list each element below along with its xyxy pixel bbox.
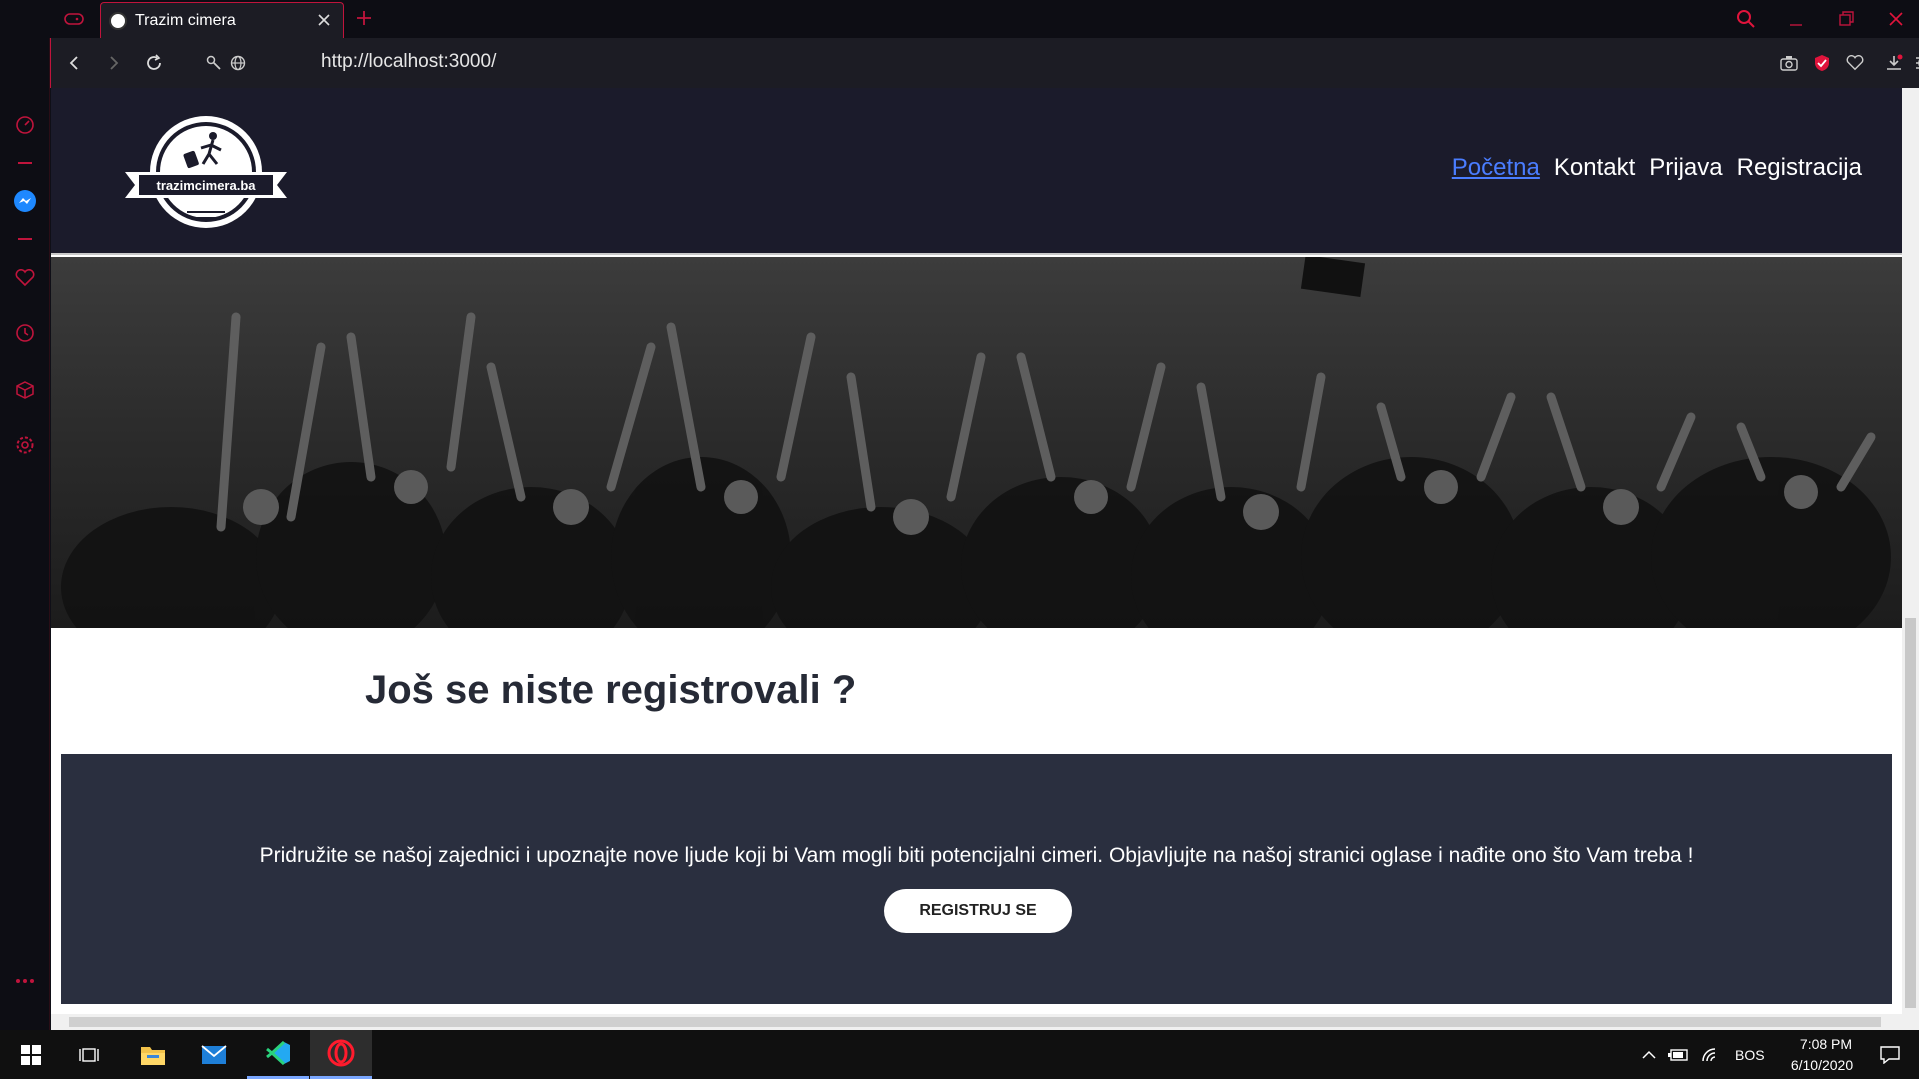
tab-bar: Trazim cimera [0,0,1919,38]
forward-icon[interactable] [101,50,127,76]
register-description: Pridružite se našoj zajednici i upoznajt… [259,844,1694,867]
browser-sidebar [0,0,50,1030]
back-icon[interactable] [61,50,87,76]
register-button[interactable]: REGISTRUJ SE [884,889,1072,933]
sidebar-divider [18,238,32,240]
opera-icon[interactable] [310,1030,372,1079]
nav-link-login[interactable]: Prijava [1649,154,1722,182]
bookmark-heart-icon[interactable] [1842,50,1868,76]
language-indicator[interactable]: BOS [1735,1047,1765,1063]
page-viewport: trazimcimera.ba Početna Kontakt Prijava … [51,88,1902,1014]
url-field[interactable]: http://localhost:3000/ [321,51,496,73]
sidebar-divider [18,162,32,164]
file-explorer-icon[interactable] [122,1030,184,1079]
close-tab-icon[interactable] [313,9,335,31]
tab-title: Trazim cimera [135,11,236,29]
new-tab-icon[interactable] [352,6,376,30]
register-panel: Pridružite se našoj zajednici i upoznajt… [61,754,1892,1004]
windows-start-icon[interactable] [0,1030,62,1079]
reload-icon[interactable] [141,50,167,76]
notification-center-icon[interactable] [1866,1030,1914,1079]
easy-setup-icon[interactable] [1911,50,1919,76]
nav-link-contact[interactable]: Kontakt [1554,154,1635,182]
site-logo[interactable]: trazimcimera.ba [125,114,287,236]
mail-icon[interactable] [183,1030,245,1079]
messenger-icon[interactable] [12,188,38,214]
vertical-scrollbar[interactable] [1902,88,1919,1030]
vscode-icon[interactable] [247,1030,309,1079]
nav-link-register[interactable]: Registracija [1737,154,1862,182]
speed-dial-icon[interactable] [12,112,38,138]
history-icon[interactable] [12,320,38,346]
register-heading: Još se niste registrovali ? [365,668,857,712]
site-favicon-icon [109,11,127,30]
tray-chevron-up-icon[interactable] [1634,1030,1664,1079]
address-bar: http://localhost:3000/ [50,38,1919,88]
site-header: trazimcimera.ba Početna Kontakt Prijava … [51,88,1902,255]
task-view-icon[interactable] [58,1030,120,1079]
horizontal-scroll-thumb[interactable] [69,1017,1881,1027]
site-nav: Početna Kontakt Prijava Registracija [1452,154,1862,182]
snapshot-icon[interactable] [1776,50,1802,76]
clock-time[interactable]: 7:08 PM [1785,1036,1867,1052]
browser-tab[interactable]: Trazim cimera [100,2,344,38]
search-icon[interactable] [1730,4,1762,34]
heart-icon[interactable] [12,265,38,291]
settings-icon[interactable] [12,432,38,458]
close-window-icon[interactable] [1880,4,1912,34]
site-info-icon[interactable] [201,50,227,76]
download-icon[interactable] [1881,50,1907,76]
adblock-shield-icon[interactable] [1809,50,1835,76]
more-icon[interactable] [12,968,38,994]
minimize-icon[interactable] [1780,4,1812,34]
wifi-icon[interactable] [1695,1030,1725,1079]
restore-icon[interactable] [1830,4,1862,34]
horizontal-scrollbar[interactable] [51,1014,1902,1030]
battery-icon[interactable] [1664,1030,1694,1079]
vertical-scroll-thumb[interactable] [1905,618,1916,1008]
box-icon[interactable] [12,377,38,403]
hero-image [51,257,1902,628]
graduates-photo [61,257,1891,628]
gamepad-icon[interactable] [58,4,90,34]
globe-icon [225,50,251,76]
clock-date[interactable]: 6/10/2020 [1777,1057,1867,1073]
logo-text: trazimcimera.ba [157,178,257,193]
windows-taskbar: BOS 7:08 PM 6/10/2020 [0,1030,1919,1079]
nav-link-home[interactable]: Početna [1452,154,1540,182]
